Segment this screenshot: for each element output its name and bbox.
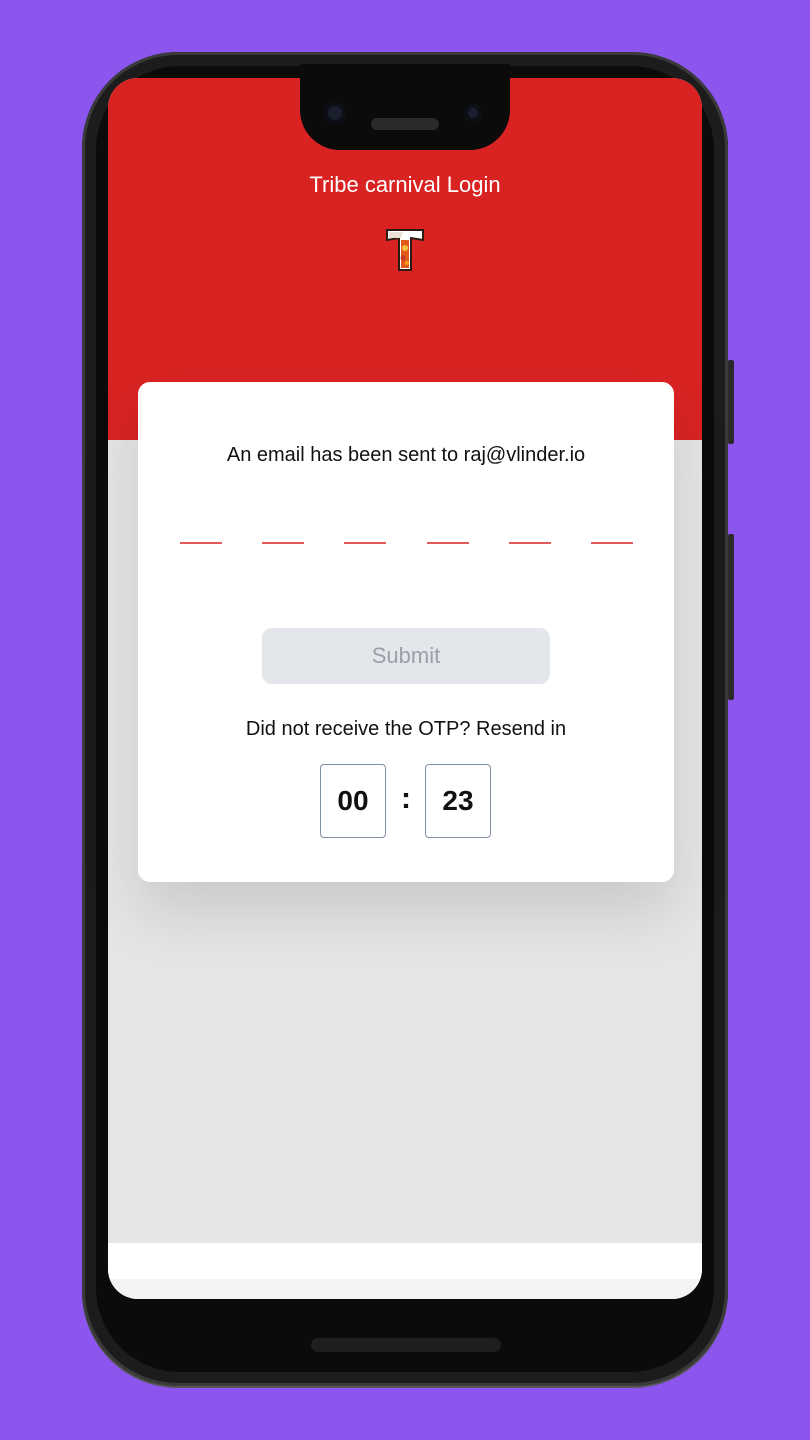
otp-digit-2[interactable]	[262, 542, 304, 544]
power-button	[728, 360, 734, 444]
sensor-icon	[464, 104, 482, 122]
timer-seconds: 23	[425, 764, 491, 838]
home-indicator	[311, 1338, 501, 1352]
otp-digit-4[interactable]	[427, 542, 469, 544]
otp-digit-3[interactable]	[344, 542, 386, 544]
timer-minutes: 00	[320, 764, 386, 838]
timer-separator: :	[401, 782, 411, 815]
otp-input-row	[180, 542, 633, 546]
otp-digit-1[interactable]	[180, 542, 222, 544]
otp-digit-6[interactable]	[591, 542, 633, 544]
bottom-bar-edge	[108, 1279, 702, 1299]
front-camera-icon	[324, 102, 346, 124]
submit-button[interactable]: Submit	[262, 628, 550, 684]
bottom-bar	[108, 1243, 702, 1279]
app-title: Tribe carnival Login	[309, 172, 501, 197]
otp-message: An email has been sent to raj@vlinder.io	[226, 444, 586, 466]
tribe-t-logo-icon	[386, 229, 424, 271]
otp-card: An email has been sent to raj@vlinder.io…	[138, 382, 674, 882]
volume-button	[728, 534, 734, 700]
notch	[300, 64, 510, 150]
resend-text: Did not receive the OTP? Resend in	[245, 718, 567, 740]
earpiece-speaker	[371, 118, 439, 130]
otp-digit-5[interactable]	[509, 542, 551, 544]
